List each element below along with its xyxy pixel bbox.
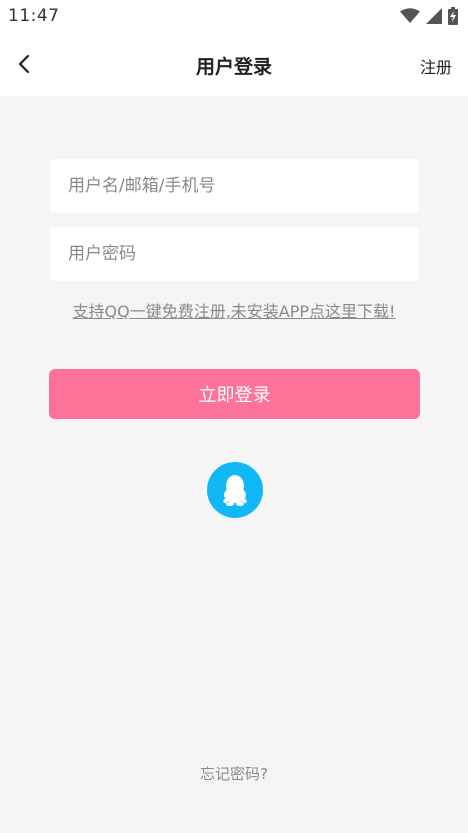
- nav-bar: 用户登录 注册: [0, 32, 468, 96]
- status-time: 11:47: [8, 6, 60, 26]
- qq-icon: [223, 475, 247, 506]
- password-input[interactable]: [68, 244, 419, 264]
- password-field-container: [50, 227, 419, 281]
- cell-signal-icon: [426, 8, 442, 24]
- username-field-container: [50, 159, 419, 213]
- status-bar: 11:47: [0, 0, 468, 32]
- wifi-icon: [400, 8, 420, 24]
- page-title: 用户登录: [195, 56, 272, 78]
- qq-login-button[interactable]: [207, 462, 263, 518]
- status-icons: [400, 7, 458, 25]
- qq-register-download-link[interactable]: 支持QQ一键免费注册,未安装APP点这里下载!: [0, 298, 468, 322]
- forgot-password-link[interactable]: 忘记密码?: [0, 763, 468, 784]
- login-button[interactable]: 立即登录: [49, 369, 420, 419]
- battery-charging-icon: [448, 7, 458, 25]
- username-input[interactable]: [68, 176, 419, 196]
- register-button[interactable]: 注册: [420, 54, 452, 78]
